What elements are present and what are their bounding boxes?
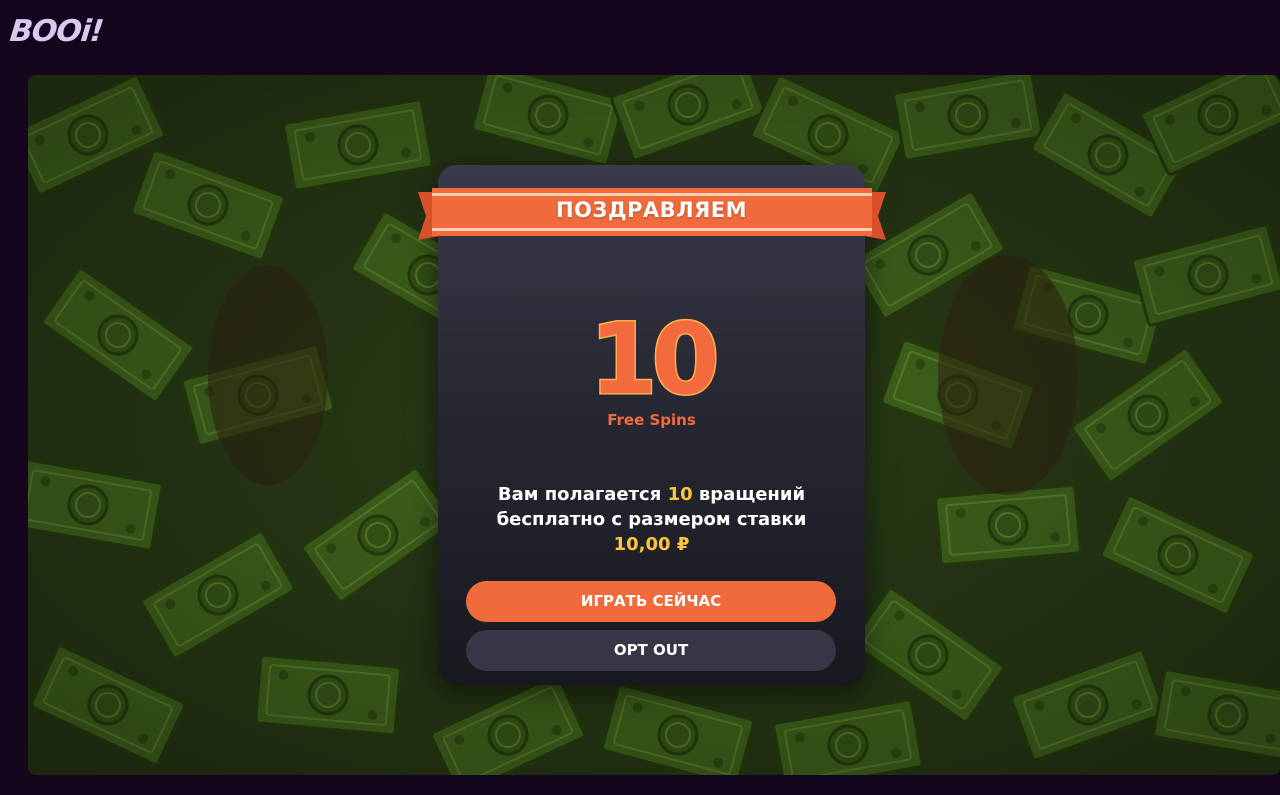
booi-logo[interactable]: BOOi!: [8, 14, 105, 49]
bet-size: 10,00 ₽: [613, 534, 690, 555]
spin-count: 10: [667, 484, 693, 505]
bonus-description: Вам полагается 10 вращений бесплатно с р…: [468, 482, 835, 557]
free-spins-amount: 10: [588, 302, 721, 419]
ribbon-title: ПОЗДРАВЛЯЕМ: [555, 198, 748, 222]
description-text-1: Вам полагается: [497, 484, 668, 505]
opt-out-button[interactable]: OPT OUT: [466, 630, 836, 671]
page: BOOi! ПОЗДРАВЛЯЕМ 10 Free Spins Вам пола…: [0, 0, 1280, 795]
free-spins-label: Free Spins: [607, 411, 696, 429]
play-now-button[interactable]: ИГРАТЬ СЕЙЧАС: [466, 581, 836, 622]
